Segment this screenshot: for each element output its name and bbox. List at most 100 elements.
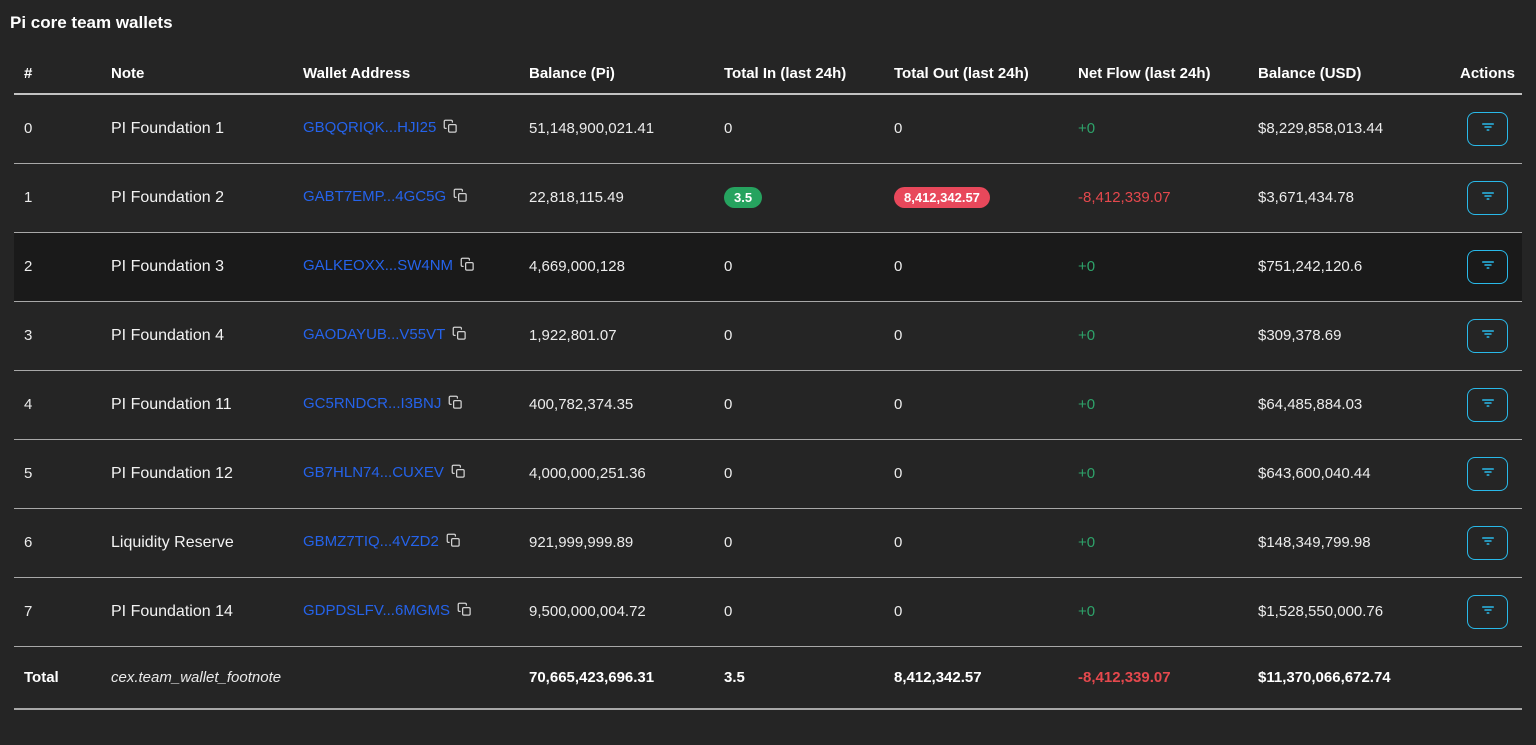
total-in-cell: 0 <box>714 232 884 302</box>
actions-cell <box>1450 163 1522 233</box>
wallet-address-cell: GDPDSLFV...6MGMS <box>293 577 519 647</box>
total-in-cell: 0 <box>714 439 884 509</box>
wallet-address-cell: GALKEOXX...SW4NM <box>293 232 519 302</box>
wallet-note: PI Foundation 11 <box>101 370 293 440</box>
actions-cell <box>1450 439 1522 509</box>
total-in-cell: 3.5 <box>714 163 884 233</box>
balance-pi-value: 9,500,000,004.72 <box>519 577 714 647</box>
copy-icon[interactable] <box>451 464 466 483</box>
copy-icon[interactable] <box>446 533 461 552</box>
balance-pi-value: 400,782,374.35 <box>519 370 714 440</box>
wallet-note: PI Foundation 14 <box>101 577 293 647</box>
balance-usd-value: $751,242,120.6 <box>1248 232 1450 302</box>
column-header-1: Note <box>101 54 293 95</box>
wallet-note: PI Foundation 3 <box>101 232 293 302</box>
wallet-address-link[interactable]: GABT7EMP...4GC5G <box>303 188 446 205</box>
row-actions-button[interactable] <box>1467 318 1508 353</box>
wallet-address-link[interactable]: GBQQRIQK...HJI25 <box>303 119 436 136</box>
copy-icon[interactable] <box>457 602 472 621</box>
row-actions-button[interactable] <box>1467 456 1508 491</box>
balance-pi-value: 4,669,000,128 <box>519 232 714 302</box>
actions-cell <box>1450 94 1522 164</box>
wallet-address-cell: GBMZ7TIQ...4VZD2 <box>293 508 519 578</box>
wallet-note: PI Foundation 12 <box>101 439 293 509</box>
row-index: 7 <box>14 577 101 647</box>
copy-icon[interactable] <box>460 257 475 276</box>
net-flow-value: +0 <box>1068 577 1248 647</box>
wallet-address-link[interactable]: GBMZ7TIQ...4VZD2 <box>303 533 439 550</box>
total-in-value: 0 <box>724 465 733 482</box>
total-out-cell: 0 <box>884 577 1068 647</box>
filter-icon <box>1479 532 1497 553</box>
total-out-value: 0 <box>894 258 903 275</box>
copy-icon[interactable] <box>448 395 463 414</box>
total-in-cell: 0 <box>714 508 884 578</box>
total-net-flow: -8,412,339.07 <box>1068 646 1248 710</box>
total-balance-usd: $11,370,066,672.74 <box>1248 646 1450 710</box>
table-row: 7 PI Foundation 14 GDPDSLFV...6MGMS 9,500,0… <box>14 577 1522 647</box>
table-row: 0 PI Foundation 1 GBQQRIQK...HJI25 51,148,9… <box>14 94 1522 164</box>
balance-pi-value: 1,922,801.07 <box>519 301 714 371</box>
column-header-2: Wallet Address <box>293 54 519 95</box>
total-out-value: 0 <box>894 327 903 344</box>
table-row: 3 PI Foundation 4 GAODAYUB...V55VT 1,922,80… <box>14 301 1522 371</box>
total-in-badge: 3.5 <box>724 187 763 208</box>
wallet-address-link[interactable]: GB7HLN74...CUXEV <box>303 464 444 481</box>
total-actions-cell <box>1450 646 1522 710</box>
wallet-address-link[interactable]: GAODAYUB...V55VT <box>303 326 445 343</box>
filter-icon <box>1479 187 1497 208</box>
actions-cell <box>1450 232 1522 302</box>
net-flow-value: -8,412,339.07 <box>1068 163 1248 233</box>
wallet-address-link[interactable]: GC5RNDCR...I3BNJ <box>303 395 441 412</box>
copy-icon[interactable] <box>443 119 458 138</box>
total-in-cell: 0 <box>714 94 884 164</box>
total-out-cell: 0 <box>884 508 1068 578</box>
total-in: 3.5 <box>714 646 884 710</box>
balance-usd-value: $64,485,884.03 <box>1248 370 1450 440</box>
row-actions-button[interactable] <box>1467 594 1508 629</box>
wallet-note: PI Foundation 2 <box>101 163 293 233</box>
wallets-table: # Note Wallet Address Balance (Pi) Total In … <box>14 54 1522 710</box>
total-in-value: 0 <box>724 396 733 413</box>
wallet-address-link[interactable]: GALKEOXX...SW4NM <box>303 257 453 274</box>
wallet-address-link[interactable]: GDPDSLFV...6MGMS <box>303 602 450 619</box>
column-header-6: Net Flow (last 24h) <box>1068 54 1248 95</box>
net-flow-value: +0 <box>1068 508 1248 578</box>
copy-icon[interactable] <box>452 326 467 345</box>
total-in-value: 0 <box>724 327 733 344</box>
balance-pi-value: 51,148,900,021.41 <box>519 94 714 164</box>
total-out-value: 0 <box>894 120 903 138</box>
table-row: 2 PI Foundation 3 GALKEOXX...SW4NM 4,669,00… <box>14 232 1522 302</box>
wallet-note: PI Foundation 4 <box>101 301 293 371</box>
filter-icon <box>1479 394 1497 415</box>
total-wallet-cell <box>293 646 519 710</box>
row-index: 3 <box>14 301 101 371</box>
table-row: 5 PI Foundation 12 GB7HLN74...CUXEV 4,000,0… <box>14 439 1522 509</box>
row-actions-button[interactable] <box>1467 180 1508 215</box>
row-actions-button[interactable] <box>1467 387 1508 422</box>
row-actions-button[interactable] <box>1467 525 1508 560</box>
net-flow-value: +0 <box>1068 232 1248 302</box>
row-actions-button[interactable] <box>1467 249 1508 284</box>
total-out-value: 0 <box>894 465 903 482</box>
table-row: 1 PI Foundation 2 GABT7EMP...4GC5G 22,818,1… <box>14 163 1522 233</box>
filter-icon <box>1479 325 1497 346</box>
total-out-cell: 0 <box>884 439 1068 509</box>
total-out-value: 0 <box>894 396 903 413</box>
total-out: 8,412,342.57 <box>884 646 1068 710</box>
column-header-3: Balance (Pi) <box>519 54 714 95</box>
net-flow-value: +0 <box>1068 439 1248 509</box>
row-actions-button[interactable] <box>1467 111 1508 146</box>
actions-cell <box>1450 508 1522 578</box>
actions-cell <box>1450 370 1522 440</box>
table-row: 6 Liquidity Reserve GBMZ7TIQ...4VZD2 921,99… <box>14 508 1522 578</box>
copy-icon[interactable] <box>453 188 468 207</box>
wallet-address-cell: GBQQRIQK...HJI25 <box>293 94 519 164</box>
total-in-value: 0 <box>724 603 733 620</box>
row-index: 1 <box>14 163 101 233</box>
column-header-0: # <box>14 54 101 95</box>
total-out-badge: 8,412,342.57 <box>894 187 990 208</box>
net-flow-value: +0 <box>1068 301 1248 371</box>
row-index: 5 <box>14 439 101 509</box>
table-header-row: # Note Wallet Address Balance (Pi) Total In … <box>14 54 1522 95</box>
